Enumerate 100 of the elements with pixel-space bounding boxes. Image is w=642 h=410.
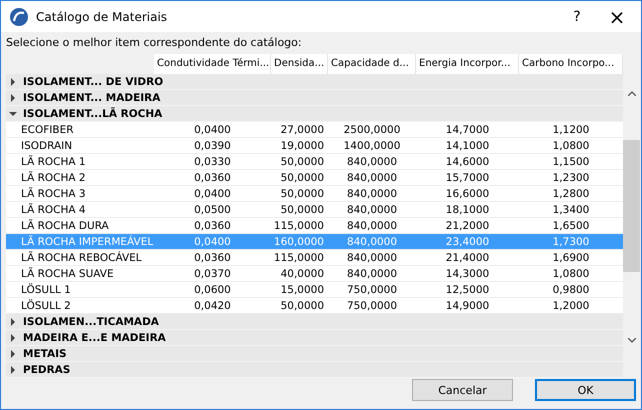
material-row[interactable]: LÃ ROCHA 3 0,0400 50,0000 840,0000 16,6000 1,2800 bbox=[6, 186, 623, 202]
table-cell-text: 2500,0000 bbox=[342, 124, 402, 136]
table-cell-text: 840,0000 bbox=[346, 252, 398, 264]
expand-triangle-icon[interactable] bbox=[9, 334, 17, 342]
material-name: LÃ ROCHA REBOCÁVEL bbox=[20, 252, 143, 264]
material-name: LÃ ROCHA SUAVE bbox=[20, 268, 115, 280]
app-logo-icon bbox=[9, 6, 29, 26]
table-cell-text: 0,0400 bbox=[193, 236, 232, 248]
table-cell-text: 21,2000 bbox=[444, 220, 490, 232]
scroll-up-icon[interactable] bbox=[628, 91, 636, 96]
table-cell-text: 14,9000 bbox=[444, 300, 490, 312]
table-cell-text: 750,0000 bbox=[346, 300, 398, 312]
expand-triangle-icon[interactable] bbox=[9, 350, 17, 358]
material-name: LÃ ROCHA 3 bbox=[20, 188, 87, 200]
material-row[interactable]: LÖSULL 2 0,0420 50,0000 750,0000 14,9000 1,2000 bbox=[6, 298, 623, 314]
expand-triangle-icon[interactable] bbox=[9, 366, 17, 374]
category-name[interactable]: PEDRAS bbox=[23, 364, 70, 376]
table-cell-text: 27,0000 bbox=[280, 124, 325, 136]
table-cell-text: 50,0000 bbox=[280, 204, 325, 216]
material-name: ECOFIBER bbox=[20, 124, 74, 136]
ok-button[interactable]: OK bbox=[535, 379, 636, 401]
table-cell-text: 14,1000 bbox=[444, 140, 490, 152]
close-button[interactable]: × bbox=[597, 2, 637, 30]
material-name: LÃ ROCHA DURA bbox=[20, 220, 110, 232]
category-name[interactable]: MADEIRA E...E MADEIRA bbox=[23, 332, 166, 344]
material-row[interactable]: LÃ ROCHA 1 0,0330 50,0000 840,0000 14,6000 1,1500 bbox=[6, 154, 623, 170]
table-cell-text: 840,0000 bbox=[346, 268, 398, 280]
material-row[interactable]: ECOFIBER 0,0400 27,0000 2500,0000 14,7000 1,1200 bbox=[6, 122, 623, 138]
material-row[interactable]: LÖSULL 1 0,0600 15,0000 750,0000 12,5000 0,9800 bbox=[6, 282, 623, 298]
table-cell-text: 750,0000 bbox=[346, 284, 398, 296]
table-cell-text: 21,4000 bbox=[444, 252, 490, 264]
table-cell-text: 1,3400 bbox=[552, 204, 590, 216]
table-cell-text: 14,7000 bbox=[444, 124, 490, 136]
expand-triangle-icon[interactable] bbox=[9, 318, 17, 326]
table-cell-text: 1,0800 bbox=[552, 268, 590, 280]
table-cell-text: 1,6500 bbox=[552, 220, 590, 232]
table-cell-text: 0,0360 bbox=[193, 220, 232, 232]
material-row[interactable]: LÃ ROCHA 2 0,0360 50,0000 840,0000 15,7000 1,2300 bbox=[6, 170, 623, 186]
table-cell-text: 0,0500 bbox=[193, 204, 232, 216]
table-cell-text: 40,0000 bbox=[280, 268, 325, 280]
table-cell-text: 840,0000 bbox=[346, 236, 398, 248]
help-button[interactable]: ? bbox=[557, 2, 597, 30]
material-row[interactable]: LÃ ROCHA SUAVE 0,0370 40,0000 840,0000 14,3000 1,0800 bbox=[6, 266, 623, 282]
table-cell-text: 12,5000 bbox=[444, 284, 490, 296]
material-row[interactable]: LÃ ROCHA REBOCÁVEL 0,0360 115,0000 840,0000 21,4000 1,6900 bbox=[6, 250, 623, 266]
category-name[interactable]: ISOLAMENT... DE VIDRO bbox=[23, 76, 164, 88]
table-cell-text: 1400,0000 bbox=[342, 140, 402, 152]
table-cell-text: 0,0330 bbox=[193, 156, 232, 168]
table-cell-text: 23,4000 bbox=[444, 236, 490, 248]
expand-triangle-icon[interactable] bbox=[9, 78, 17, 86]
column-header[interactable]: Energia Incorpor... bbox=[416, 54, 519, 74]
table-cell-text: 0,0400 bbox=[193, 188, 232, 200]
table-cell-text: 15,0000 bbox=[280, 284, 325, 296]
table-cell-text: 115,0000 bbox=[272, 220, 325, 232]
cancel-button[interactable]: Cancelar bbox=[412, 379, 513, 401]
table-cell-text: 0,0370 bbox=[193, 268, 232, 280]
category-name[interactable]: ISOLAMENT...LÃ ROCHA bbox=[23, 108, 162, 120]
material-row[interactable]: ISODRAIN 0,0390 19,0000 1400,0000 14,1000 1,0800 bbox=[6, 138, 623, 154]
table-cell-text: 840,0000 bbox=[346, 172, 398, 184]
table-cell-text: 15,7000 bbox=[444, 172, 490, 184]
window-title: Catálogo de Materiais bbox=[36, 10, 168, 24]
table-cell-text: 50,0000 bbox=[280, 300, 325, 312]
table-cell-text: 0,0400 bbox=[193, 124, 232, 136]
column-header[interactable]: Condutividade Térmi... bbox=[154, 54, 271, 74]
category-name[interactable]: METAIS bbox=[23, 348, 67, 360]
collapse-triangle-icon[interactable] bbox=[9, 110, 17, 118]
table-cell-text: 0,0420 bbox=[193, 300, 232, 312]
scroll-thumb[interactable] bbox=[623, 140, 640, 272]
table-cell-text: 16,6000 bbox=[444, 188, 490, 200]
table-cell-text: 0,0360 bbox=[193, 252, 232, 264]
table-cell-text: 50,0000 bbox=[280, 188, 325, 200]
material-row[interactable]: LÃ ROCHA 4 0,0500 50,0000 840,0000 18,1000 1,3400 bbox=[6, 202, 623, 218]
table-cell-text: 0,0600 bbox=[193, 284, 232, 296]
table-cell-text: 1,7300 bbox=[552, 236, 590, 248]
scroll-down-icon[interactable] bbox=[628, 338, 636, 343]
table-cell-text: 840,0000 bbox=[346, 220, 398, 232]
category-name[interactable]: ISOLAMEN...TICAMADA bbox=[23, 316, 159, 328]
category-name[interactable]: ISOLAMENT... MADEIRA bbox=[23, 92, 160, 104]
table-cell-text: 1,6900 bbox=[552, 252, 590, 264]
expand-triangle-icon[interactable] bbox=[9, 94, 17, 102]
table-cell-text: 50,0000 bbox=[280, 156, 325, 168]
table-cell-text: 115,0000 bbox=[272, 252, 325, 264]
table-cell-text: 1,2800 bbox=[552, 188, 590, 200]
material-name: LÃ ROCHA 1 bbox=[20, 156, 87, 168]
material-name: LÃ ROCHA 4 bbox=[20, 204, 87, 216]
table-cell-text: 0,0390 bbox=[193, 140, 232, 152]
instruction-text: Selecione o melhor item correspondente do catálogo: bbox=[5, 35, 303, 51]
column-header[interactable]: Carbono Incorpo... bbox=[519, 54, 623, 74]
table-cell-text: 840,0000 bbox=[346, 204, 398, 216]
material-name: ISODRAIN bbox=[20, 140, 74, 152]
material-row[interactable]: LÃ ROCHA DURA 0,0360 115,0000 840,0000 21,2000 1,6500 bbox=[6, 218, 623, 234]
table-cell-text: 14,6000 bbox=[444, 156, 490, 168]
table-cell-text: 14,3000 bbox=[444, 268, 490, 280]
table-cell-text: 1,1500 bbox=[552, 156, 590, 168]
column-header[interactable]: Capacidade d... bbox=[328, 54, 416, 74]
table-cell-text: 1,1200 bbox=[552, 124, 590, 136]
material-name: LÖSULL 2 bbox=[20, 300, 72, 312]
material-name: LÖSULL 1 bbox=[20, 284, 72, 296]
table-cell-text: 840,0000 bbox=[346, 156, 398, 168]
column-header[interactable]: Densida... bbox=[271, 54, 328, 74]
